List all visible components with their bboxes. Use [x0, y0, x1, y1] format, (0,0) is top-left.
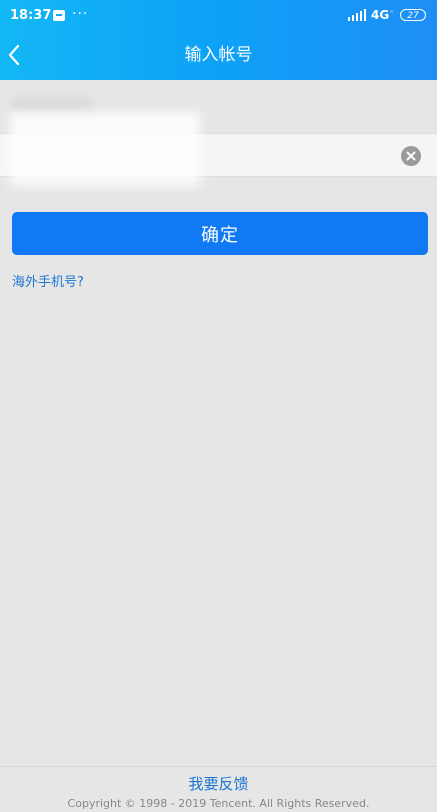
network-type-label: 4G	[371, 8, 390, 22]
overseas-phone-link[interactable]: 海外手机号?	[12, 271, 84, 290]
copyright-text: Copyright © 1998 - 2019 Tencent. All Rig…	[67, 797, 370, 810]
signal-icon	[348, 9, 366, 21]
account-input[interactable]	[12, 140, 386, 172]
close-icon	[406, 151, 416, 161]
clear-input-button[interactable]	[401, 146, 421, 166]
feedback-link[interactable]: 我要反馈	[0, 773, 437, 794]
account-input-row	[0, 112, 437, 186]
footer-divider	[0, 766, 437, 767]
network-activity-icon: ◦	[389, 8, 394, 16]
battery-icon: 27	[400, 9, 426, 21]
status-more-indicator: ···	[72, 6, 89, 22]
battery-level: 27	[407, 11, 419, 21]
notification-icon	[53, 10, 65, 21]
status-bar: 18:37 ··· 4G◦ 27	[0, 0, 437, 32]
network-type: 4G◦	[371, 8, 394, 22]
blurred-label	[12, 98, 92, 112]
confirm-button[interactable]: 确定	[12, 212, 428, 255]
page-title: 输入帐号	[184, 45, 253, 65]
status-time: 18:37	[10, 8, 52, 23]
app-header: 18:37 ··· 4G◦ 27 输入帐号	[0, 0, 437, 80]
